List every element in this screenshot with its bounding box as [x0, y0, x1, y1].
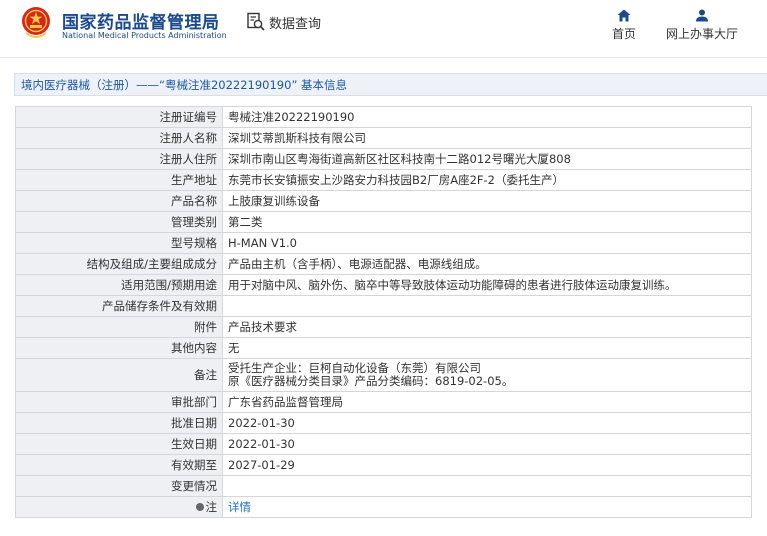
row-label: 产品储存条件及有效期 [15, 295, 223, 317]
nav-online-label: 网上办事大厅 [665, 27, 738, 41]
row-value: 广东省药品监督管理局 [222, 391, 752, 413]
table-row: 产品储存条件及有效期 [15, 295, 752, 317]
home-icon [617, 9, 631, 22]
row-label: 管理类别 [15, 211, 223, 233]
row-label: 生效日期 [15, 433, 223, 455]
remarks-line-2: 原《医疗器械分类目录》产品分类编码：6819-02-05。 [228, 374, 514, 388]
nav-home[interactable]: 首页 [607, 9, 641, 42]
row-label: 审批部门 [15, 391, 223, 413]
table-row: 生产地址 东莞市长安镇振安上沙路安力科技园B2厂房A座2F-2（委托生产） [15, 169, 752, 191]
record-title-bar: 境内医疗器械（注册）——“粤械注准20222190190” 基本信息 [14, 73, 767, 96]
nav-home-label: 首页 [611, 27, 636, 41]
row-value: 深圳艾蒂凯斯科技有限公司 [222, 127, 752, 149]
data-query-link[interactable]: 数据查询 [246, 12, 321, 32]
record-details-table: 注册证编号 粤械注准20222190190 注册人名称 深圳艾蒂凯斯科技有限公司 注册人… [15, 106, 752, 518]
row-label: 产品名称 [15, 190, 223, 212]
details-link[interactable]: 详情 [228, 500, 251, 514]
table-row: 批准日期 2022-01-30 [15, 412, 752, 434]
row-label: 有效期至 [15, 454, 223, 476]
row-label-note: 注 [15, 496, 223, 518]
table-row: 注册证编号 粤械注准20222190190 [15, 106, 752, 128]
row-value-remarks: 受托生产企业：巨柯自动化设备（东莞）有限公司 原《医疗器械分类目录》产品分类编码… [222, 358, 752, 392]
row-value: 2022-01-30 [222, 433, 752, 455]
row-label: 结构及组成/主要组成成分 [15, 253, 223, 275]
row-label: 注册证编号 [15, 106, 223, 128]
row-label: 批准日期 [15, 412, 223, 434]
data-query-label: 数据查询 [269, 16, 322, 32]
row-label: 生产地址 [15, 169, 223, 191]
table-row: 适用范围/预期用途 用于对脑中风、脑外伤、脑卒中等导致肢体运动功能障碍的患者进行肢… [15, 274, 752, 296]
row-value: 产品技术要求 [222, 316, 752, 338]
row-label: 注册人名称 [15, 127, 223, 149]
row-label: 备注 [15, 358, 223, 392]
table-row: 审批部门 广东省药品监督管理局 [15, 391, 752, 413]
bullet-icon [195, 503, 204, 511]
row-label: 适用范围/预期用途 [15, 274, 223, 296]
row-label: 注册人住所 [15, 148, 223, 170]
row-value: 深圳市南山区粤海街道高新区社区科技南十二路012号曙光大厦808 [222, 148, 752, 170]
table-row: 型号规格 H-MAN V1.0 [15, 232, 752, 254]
table-row: 有效期至 2027-01-29 [15, 454, 752, 476]
note-label: 注 [205, 500, 218, 514]
row-label: 其他内容 [15, 337, 223, 359]
nav-online-service-hall[interactable]: 网上办事大厅 [660, 9, 744, 42]
table-row: 注册人住所 深圳市南山区粤海街道高新区社区科技南十二路012号曙光大厦808 [15, 148, 752, 170]
table-row: 变更情况 [15, 475, 752, 497]
row-value: 东莞市长安镇振安上沙路安力科技园B2厂房A座2F-2（委托生产） [222, 169, 752, 191]
row-value: 第二类 [222, 211, 752, 233]
table-row-note: 注 详情 [15, 496, 752, 518]
table-row: 管理类别 第二类 [15, 211, 752, 233]
table-row: 其他内容无 [15, 337, 752, 359]
table-row: 产品名称 上肢康复训练设备 [15, 190, 752, 212]
row-value: H-MAN V1.0 [222, 232, 752, 254]
row-value [222, 475, 752, 497]
table-row: 生效日期 2022-01-30 [15, 433, 752, 455]
row-value: 粤械注准20222190190 [222, 106, 752, 128]
row-value: 产品由主机（含手柄）、电源适配器、电源线组成。 [222, 253, 752, 275]
row-value [222, 295, 752, 317]
brand-title: 国家药品监督管理局 [62, 13, 220, 33]
row-value: 用于对脑中风、脑外伤、脑卒中等导致肢体运动功能障碍的患者进行肢体运动康复训练。 [222, 274, 752, 296]
data-search-icon [247, 12, 265, 31]
user-icon [696, 9, 708, 22]
table-row: 结构及组成/主要组成成分 产品由主机（含手柄）、电源适配器、电源线组成。 [15, 253, 752, 275]
row-label: 型号规格 [15, 232, 223, 254]
row-value: 无 [222, 337, 752, 359]
brand-subtitle: National Medical Products Administration [62, 31, 227, 40]
row-label: 附件 [15, 316, 223, 338]
table-row: 附件 产品技术要求 [15, 316, 752, 338]
row-value: 2027-01-29 [222, 454, 752, 476]
row-value: 2022-01-30 [222, 412, 752, 434]
table-row-remarks: 备注 受托生产企业：巨柯自动化设备（东莞）有限公司 原《医疗器械分类目录》产品分… [15, 358, 752, 392]
row-value-note: 详情 [222, 496, 752, 518]
table-row: 注册人名称 深圳艾蒂凯斯科技有限公司 [15, 127, 752, 149]
row-value: 上肢康复训练设备 [222, 190, 752, 212]
site-header: 国家药品监督管理局 National Medical Products Admi… [0, 0, 767, 58]
national-emblem-icon [22, 7, 50, 38]
row-label: 变更情况 [15, 475, 223, 497]
